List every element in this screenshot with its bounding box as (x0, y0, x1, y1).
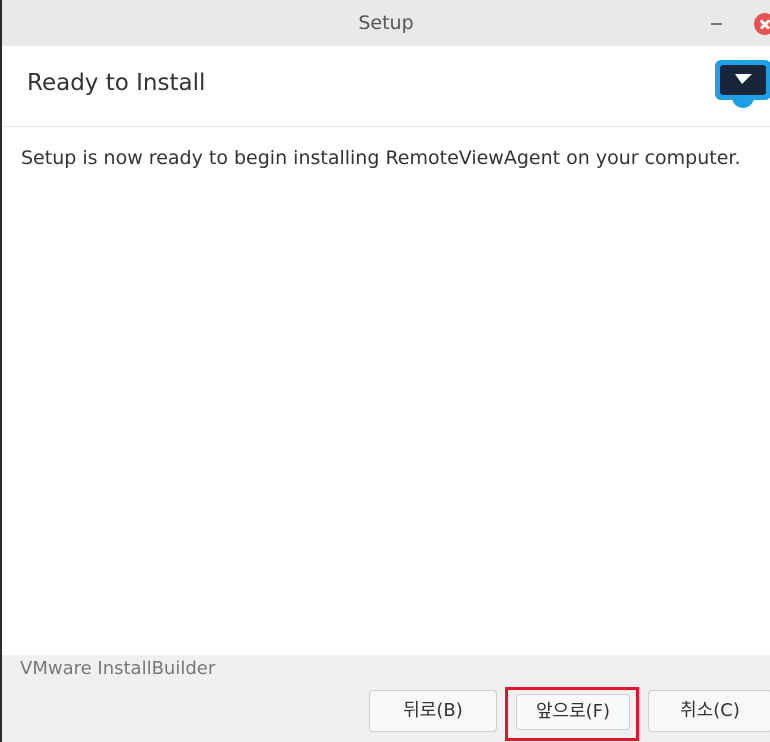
installer-brand: VMware InstallBuilder (20, 658, 216, 679)
ready-message: Setup is now ready to begin installing R… (21, 147, 741, 169)
next-button[interactable]: 앞으로(F) (516, 694, 630, 730)
title-bar: Setup (2, 0, 770, 46)
page-title: Ready to Install (27, 70, 206, 96)
back-button[interactable]: 뒤로(B) (369, 690, 497, 732)
setup-window: Setup Ready to Install Setup is now read… (0, 0, 770, 742)
window-title: Setup (358, 12, 414, 34)
remoteview-logo-icon (715, 60, 770, 108)
content-area: Setup is now ready to begin installing R… (2, 127, 770, 655)
close-icon[interactable] (754, 13, 770, 35)
cancel-button[interactable]: 취소(C) (648, 690, 770, 732)
footer: VMware InstallBuilder 뒤로(B) 앞으로(F) 취소(C) (2, 655, 770, 742)
page-header: Ready to Install (2, 46, 770, 127)
minimize-icon[interactable] (706, 11, 728, 33)
